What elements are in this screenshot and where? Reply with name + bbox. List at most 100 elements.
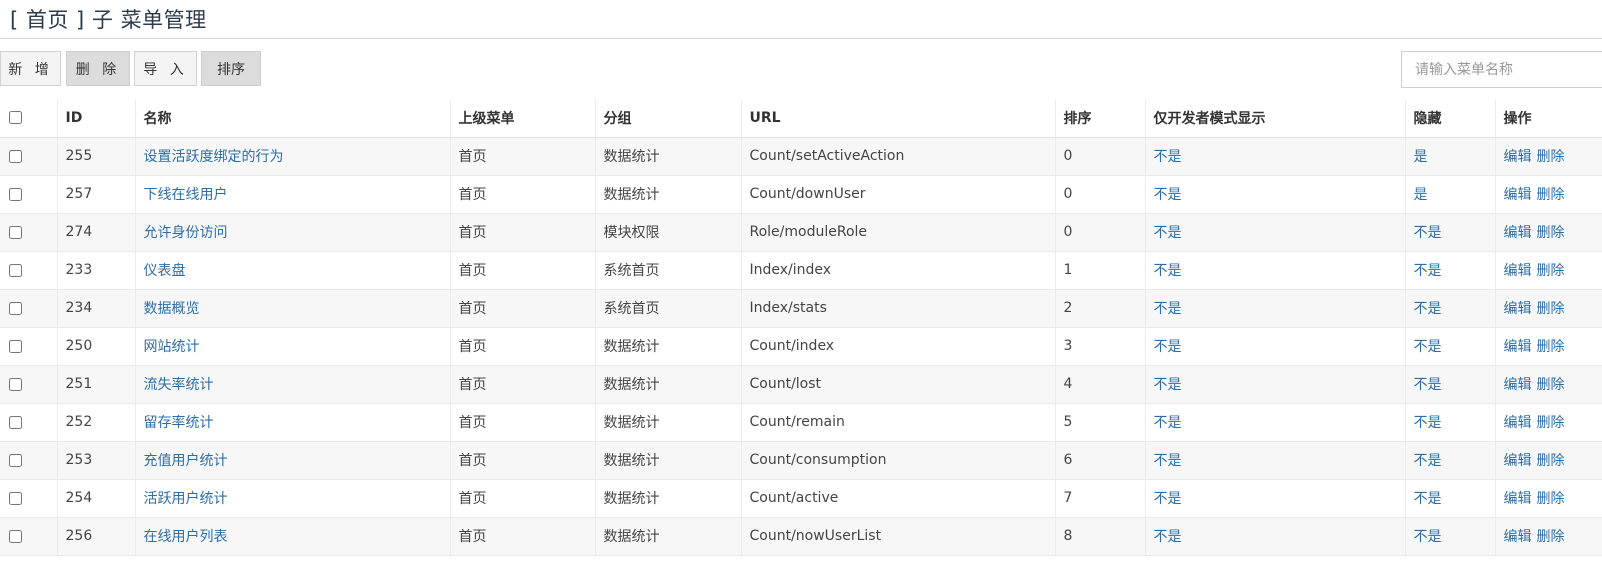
dev-only-toggle[interactable]: 不是 (1154, 529, 1182, 545)
hidden-toggle[interactable]: 不是 (1414, 339, 1442, 355)
actions-cell: 编辑 删除 (1495, 289, 1602, 328)
row-checkbox[interactable] (9, 377, 22, 391)
url-cell: Index/stats (741, 289, 1056, 328)
delete-button[interactable]: 删 除 (66, 51, 130, 86)
row-select-cell (0, 517, 58, 556)
hidden-cell: 不是 (1405, 213, 1496, 252)
edit-link[interactable]: 编辑 (1504, 301, 1532, 317)
edit-link[interactable]: 编辑 (1504, 263, 1532, 279)
row-checkbox[interactable] (9, 491, 22, 505)
hidden-toggle[interactable]: 不是 (1414, 491, 1442, 507)
delete-link[interactable]: 删除 (1537, 339, 1565, 355)
dev-only-toggle[interactable]: 不是 (1154, 377, 1182, 393)
hidden-toggle[interactable]: 不是 (1414, 415, 1442, 431)
row-checkbox[interactable] (9, 225, 22, 239)
row-checkbox[interactable] (9, 415, 22, 429)
menu-name-link[interactable]: 仪表盘 (144, 263, 186, 279)
column-header-dev-only: 仅开发者模式显示 (1145, 99, 1406, 138)
edit-link[interactable]: 编辑 (1504, 453, 1532, 469)
edit-link[interactable]: 编辑 (1504, 187, 1532, 203)
hidden-toggle[interactable]: 不是 (1414, 529, 1442, 545)
hidden-toggle[interactable]: 不是 (1414, 301, 1442, 317)
row-checkbox[interactable] (9, 263, 22, 277)
dev-only-toggle[interactable]: 不是 (1154, 491, 1182, 507)
delete-link[interactable]: 删除 (1537, 377, 1565, 393)
table-row: 274 允许身份访问 首页 模块权限 Role/moduleRole 0 不是 不是 编辑 删除 (0, 213, 1602, 252)
hidden-cell: 不是 (1405, 403, 1496, 442)
edit-link[interactable]: 编辑 (1504, 491, 1532, 507)
dev-only-cell: 不是 (1145, 251, 1406, 290)
url-cell: Count/nowUserList (741, 517, 1056, 556)
table-row: 252 留存率统计 首页 数据统计 Count/remain 5 不是 不是 编辑 删除 (0, 403, 1602, 442)
dev-only-toggle[interactable]: 不是 (1154, 415, 1182, 431)
hidden-toggle[interactable]: 不是 (1414, 377, 1442, 393)
table-row: 254 活跃用户统计 首页 数据统计 Count/active 7 不是 不是 编辑 删除 (0, 479, 1602, 518)
menu-name-link[interactable]: 下线在线用户 (144, 187, 228, 203)
row-select-cell (0, 365, 58, 404)
delete-link[interactable]: 删除 (1537, 453, 1565, 469)
delete-link[interactable]: 删除 (1537, 491, 1565, 507)
actions-cell: 编辑 删除 (1495, 403, 1602, 442)
actions-cell: 编辑 删除 (1495, 137, 1602, 176)
edit-link[interactable]: 编辑 (1504, 529, 1532, 545)
hidden-cell: 不是 (1405, 251, 1496, 290)
add-button[interactable]: 新 增 (0, 51, 61, 86)
menu-name-link[interactable]: 网站统计 (144, 339, 200, 355)
delete-link[interactable]: 删除 (1537, 415, 1565, 431)
sort-cell: 2 (1055, 289, 1146, 328)
menu-name-link[interactable]: 在线用户列表 (144, 529, 228, 545)
hidden-toggle[interactable]: 不是 (1414, 225, 1442, 241)
menu-name-link[interactable]: 允许身份访问 (144, 225, 228, 241)
dev-only-cell: 不是 (1145, 479, 1406, 518)
import-button[interactable]: 导 入 (134, 51, 197, 86)
dev-only-toggle[interactable]: 不是 (1154, 263, 1182, 279)
parent-cell: 首页 (450, 289, 596, 328)
edit-link[interactable]: 编辑 (1504, 225, 1532, 241)
dev-only-toggle[interactable]: 不是 (1154, 187, 1182, 203)
dev-only-cell: 不是 (1145, 289, 1406, 328)
menu-name-link[interactable]: 活跃用户统计 (144, 491, 228, 507)
row-checkbox[interactable] (9, 339, 22, 353)
name-cell: 仪表盘 (135, 251, 451, 290)
edit-link[interactable]: 编辑 (1504, 149, 1532, 165)
delete-link[interactable]: 删除 (1537, 149, 1565, 165)
menu-name-link[interactable]: 设置活跃度绑定的行为 (144, 149, 284, 165)
dev-only-toggle[interactable]: 不是 (1154, 339, 1182, 355)
hidden-toggle[interactable]: 不是 (1414, 263, 1442, 279)
edit-link[interactable]: 编辑 (1504, 415, 1532, 431)
row-checkbox[interactable] (9, 149, 22, 163)
menu-name-link[interactable]: 流失率统计 (144, 377, 214, 393)
delete-link[interactable]: 删除 (1537, 225, 1565, 241)
hidden-toggle[interactable]: 是 (1414, 149, 1428, 165)
name-cell: 数据概览 (135, 289, 451, 328)
delete-link[interactable]: 删除 (1537, 301, 1565, 317)
edit-link[interactable]: 编辑 (1504, 339, 1532, 355)
row-checkbox[interactable] (9, 187, 22, 201)
row-checkbox[interactable] (9, 529, 22, 543)
row-checkbox[interactable] (9, 301, 22, 315)
url-cell: Role/moduleRole (741, 213, 1056, 252)
menu-name-link[interactable]: 数据概览 (144, 301, 200, 317)
name-cell: 留存率统计 (135, 403, 451, 442)
id-cell: 253 (57, 441, 136, 480)
id-cell: 251 (57, 365, 136, 404)
delete-link[interactable]: 删除 (1537, 529, 1565, 545)
menu-search-input[interactable] (1401, 51, 1602, 88)
delete-link[interactable]: 删除 (1537, 187, 1565, 203)
delete-link[interactable]: 删除 (1537, 263, 1565, 279)
select-all-cell (0, 99, 58, 138)
hidden-toggle[interactable]: 是 (1414, 187, 1428, 203)
edit-link[interactable]: 编辑 (1504, 377, 1532, 393)
url-cell: Count/lost (741, 365, 1056, 404)
dev-only-toggle[interactable]: 不是 (1154, 149, 1182, 165)
dev-only-toggle[interactable]: 不是 (1154, 453, 1182, 469)
menu-name-link[interactable]: 留存率统计 (144, 415, 214, 431)
dev-only-cell: 不是 (1145, 403, 1406, 442)
hidden-toggle[interactable]: 不是 (1414, 453, 1442, 469)
dev-only-toggle[interactable]: 不是 (1154, 301, 1182, 317)
select-all-checkbox[interactable] (9, 111, 22, 125)
menu-name-link[interactable]: 充值用户统计 (144, 453, 228, 469)
sort-button[interactable]: 排序 (201, 51, 261, 86)
dev-only-toggle[interactable]: 不是 (1154, 225, 1182, 241)
row-checkbox[interactable] (9, 453, 22, 467)
